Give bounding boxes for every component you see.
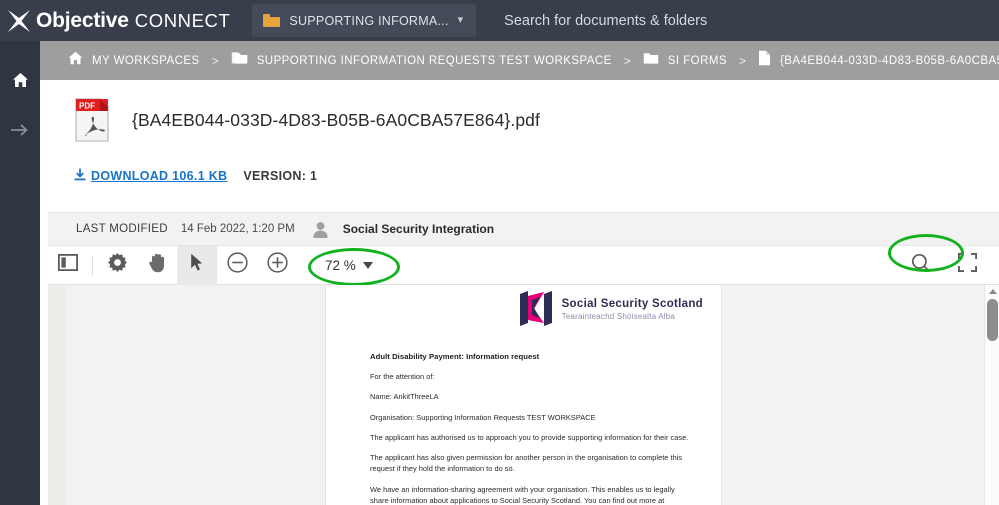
application-window: Objective CONNECT SUPPORTING INFORMA... ▾… [0, 0, 999, 505]
version-label: VERSION: 1 [243, 169, 318, 183]
home-icon [12, 72, 29, 93]
zoom-level-selector[interactable]: 72 % [308, 247, 400, 286]
search-input[interactable]: Search for documents & folders [504, 13, 707, 29]
toolbar-right-group [888, 233, 999, 285]
logo-subtitle: Tearainteachd Shòisealta Alba [561, 311, 676, 321]
breadcrumb-item-my-workspaces[interactable]: MY WORKSPACES [92, 55, 200, 67]
caret-down-icon [362, 261, 373, 269]
breadcrumb-item-si-forms[interactable]: SI FORMS [668, 55, 727, 67]
last-modified-label: LAST MODIFIED [76, 223, 168, 235]
pdf-page: Social Security Scotland Tearainteachd S… [325, 285, 722, 505]
vertical-scrollbar[interactable] [984, 285, 999, 505]
home-icon [68, 51, 83, 70]
breadcrumb: MY WORKSPACES > SUPPORTING INFORMATION R… [40, 41, 999, 80]
select-tool-button[interactable] [177, 245, 217, 285]
arrow-right-icon [10, 122, 30, 143]
last-modified-timestamp: 14 Feb 2022, 1:20 PM [180, 223, 295, 235]
pdf-page-text: Adult Disability Payment: Information re… [370, 352, 694, 505]
pdf-viewer-toolbar: 72 % [48, 233, 999, 286]
folder-icon [231, 51, 248, 70]
file-header: PDF {BA4EB044-033D-4D83-B05B-6A0CBA57E86… [48, 80, 999, 184]
logo-title: Social Security Scotland [561, 297, 703, 310]
zoom-out-button[interactable] [217, 246, 257, 285]
hand-icon [148, 253, 167, 278]
doc-heading: Adult Disability Payment: Information re… [370, 352, 540, 361]
content-panel: PDF {BA4EB044-033D-4D83-B05B-6A0CBA57E86… [48, 80, 999, 505]
scroll-up-arrow-icon[interactable] [988, 289, 997, 294]
sidebar-toggle-button[interactable] [48, 246, 88, 285]
doc-line: The applicant has authorised us to appro… [370, 432, 689, 442]
brand-text: Objective CONNECT [36, 9, 230, 33]
download-button[interactable]: DOWNLOAD 106.1 KB [74, 168, 227, 184]
svg-text:PDF: PDF [79, 102, 95, 111]
folder-icon [643, 51, 659, 70]
file-icon [758, 50, 771, 71]
brand-objective: Objective [36, 8, 129, 32]
fullscreen-icon [957, 252, 977, 277]
zoom-level-value: 72 % [325, 257, 356, 273]
workspace-selector[interactable]: SUPPORTING INFORMA... ▾ [252, 4, 477, 37]
toolbar-divider [92, 255, 93, 275]
breadcrumb-item-workspace[interactable]: SUPPORTING INFORMATION REQUESTS TEST WOR… [257, 55, 612, 67]
rail-home-button[interactable] [0, 60, 40, 104]
pan-tool-button[interactable] [137, 246, 177, 285]
sidebar-toggle-icon [57, 253, 79, 276]
rail-expand-button[interactable] [0, 110, 40, 154]
download-label: DOWNLOAD 106.1 KB [91, 169, 228, 183]
zoom-in-icon [266, 252, 288, 278]
brand-connect: CONNECT [134, 9, 231, 31]
breadcrumb-separator: > [211, 53, 219, 68]
file-title-row: PDF {BA4EB044-033D-4D83-B05B-6A0CBA57E86… [74, 97, 999, 142]
cursor-arrow-icon [190, 253, 204, 277]
zoom-in-button[interactable] [257, 246, 297, 285]
file-name: {BA4EB044-033D-4D83-B05B-6A0CBA57E864}.p… [132, 109, 540, 130]
gear-icon [107, 253, 127, 277]
last-modified-user: Social Security Integration [342, 222, 495, 236]
top-header-bar: Objective CONNECT SUPPORTING INFORMA... ▾… [0, 0, 999, 41]
doc-line: Name: AnkitThreeLA [370, 392, 439, 402]
objective-logo-icon [8, 9, 30, 32]
file-meta-row: DOWNLOAD 106.1 KB VERSION: 1 [74, 168, 999, 184]
doc-line: Organisation: Supporting Information Req… [370, 412, 596, 422]
pdf-file-icon: PDF [74, 97, 110, 142]
doc-line: We have an information-sharing agreement… [370, 484, 675, 505]
viewer-left-gutter [48, 285, 66, 505]
chevron-down-icon: ▾ [457, 14, 464, 26]
folder-icon [263, 14, 281, 27]
social-security-scotland-logo-icon: Social Security Scotland Tearainteachd S… [518, 290, 703, 328]
breadcrumb-separator: > [738, 53, 746, 68]
left-nav-rail [0, 41, 40, 505]
settings-button[interactable] [97, 246, 137, 285]
app-logo[interactable]: Objective CONNECT [8, 0, 230, 41]
doc-line: The applicant has also given permission … [370, 453, 683, 474]
scrollbar-thumb[interactable] [987, 299, 998, 341]
breadcrumb-separator: > [623, 53, 631, 68]
last-modified-bar: LAST MODIFIED 14 Feb 2022, 1:20 PM Socia… [48, 212, 999, 245]
pdf-viewer-canvas: Social Security Scotland Tearainteachd S… [48, 285, 999, 505]
user-avatar-icon [311, 220, 330, 239]
fullscreen-button[interactable] [947, 246, 987, 285]
zoom-out-icon [226, 252, 248, 278]
search-button[interactable] [901, 246, 941, 285]
doc-line: For the attention of: [370, 372, 435, 381]
workspace-selector-label: SUPPORTING INFORMA... [289, 13, 449, 28]
search-icon [911, 253, 931, 278]
download-icon [74, 168, 86, 184]
breadcrumb-item-file[interactable]: {BA4EB044-033D-4D83-B05B-6A0CBA57E864} [780, 55, 999, 67]
